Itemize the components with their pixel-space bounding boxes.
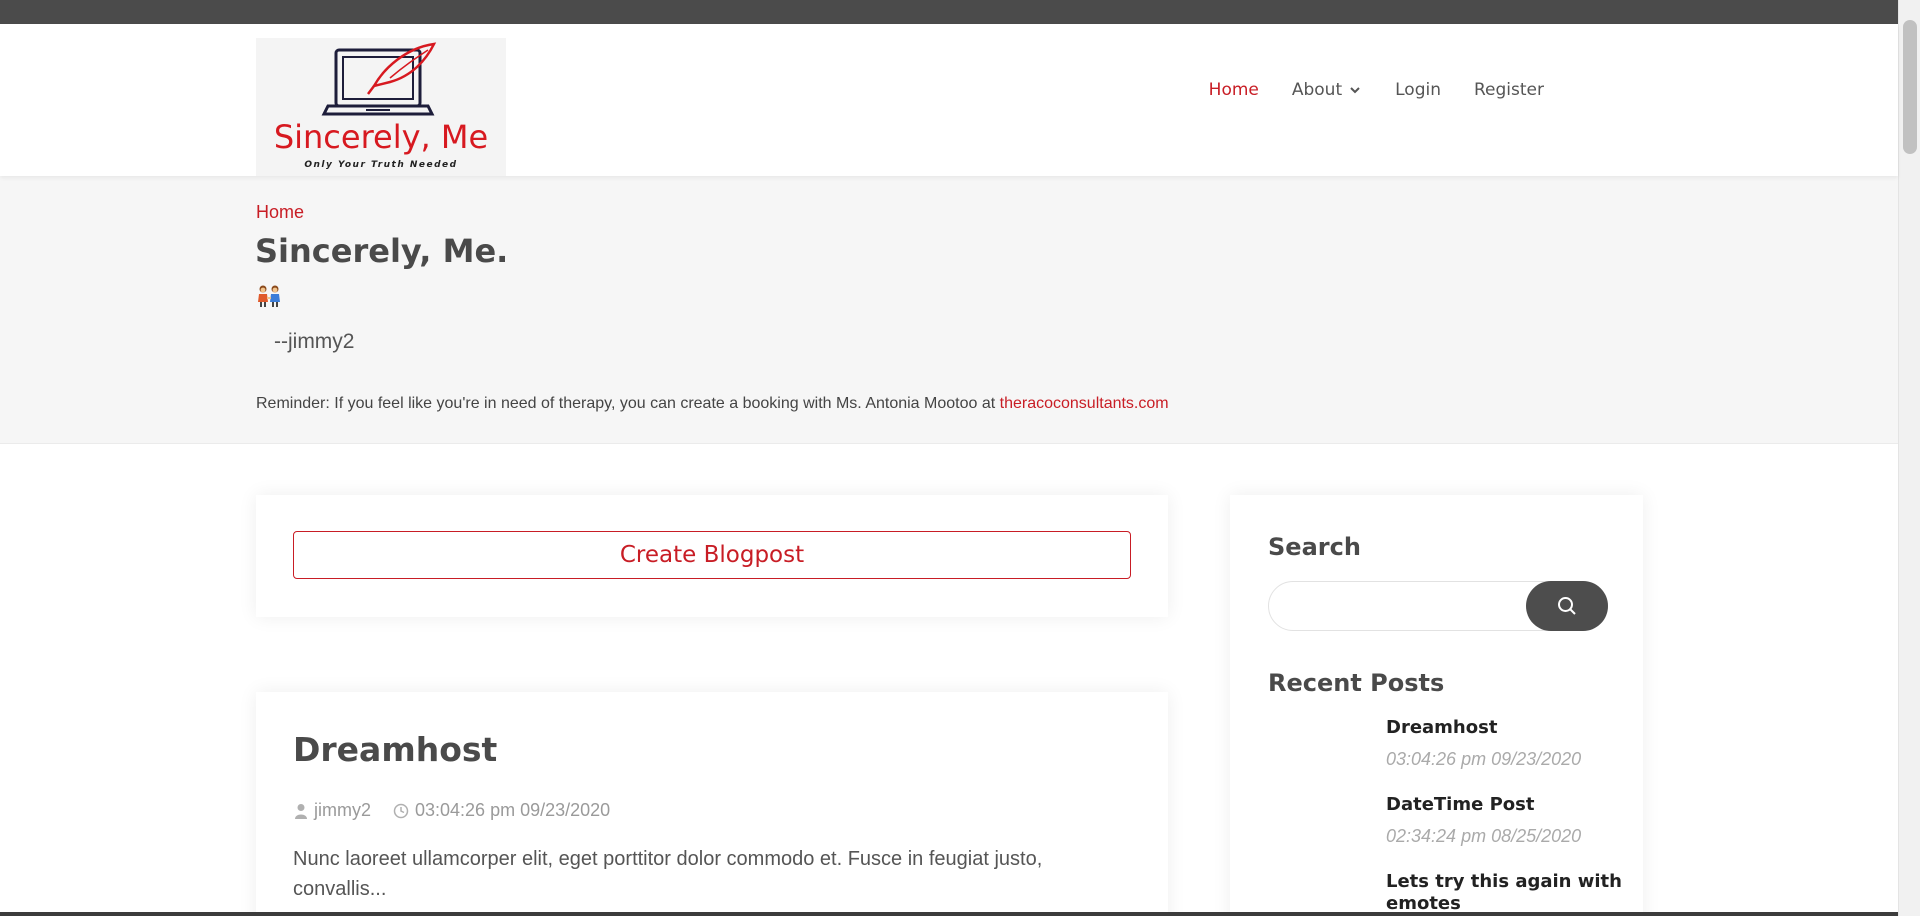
recent-post-title[interactable]: Dreamhost (1386, 717, 1626, 739)
search-icon (1558, 597, 1576, 615)
nav-home-label: Home (1208, 80, 1259, 100)
sidebar: Search Recent Posts Dreamhost 03:04:26 p… (1230, 495, 1643, 916)
page-hero: Home Sincerely, Me. --jimmy2 Reminder: I… (0, 176, 1898, 444)
site-header: Sincerely, Me Only Your Truth Needed Hom… (0, 24, 1898, 176)
search-input[interactable] (1269, 582, 1529, 630)
create-blogpost-button[interactable]: Create Blogpost (293, 531, 1131, 579)
svg-text:Only Your Truth Needed: Only Your Truth Needed (304, 160, 457, 170)
recent-post-item: DateTime Post 02:34:24 pm 08/25/2020 (1386, 794, 1626, 847)
main-nav: Home About Login Register (1209, 80, 1544, 100)
svg-text:Sincerely, Me: Sincerely, Me (274, 118, 488, 156)
nav-login-label: Login (1395, 80, 1441, 100)
page-title: Sincerely, Me. (255, 232, 509, 270)
chevron-down-icon (1350, 87, 1360, 94)
search-box (1268, 581, 1608, 631)
page-scrollbar[interactable] (1898, 0, 1920, 916)
recent-post-date: 02:34:24 pm 08/25/2020 (1386, 826, 1582, 846)
create-post-card: Create Blogpost (256, 495, 1168, 617)
post-card: Dreamhost jimmy2 03:04:26 pm 09/23/2020 … (256, 692, 1168, 916)
search-heading: Search (1268, 533, 1361, 561)
site-logo[interactable]: Sincerely, Me Only Your Truth Needed (256, 38, 506, 176)
nav-login-link[interactable]: Login (1395, 80, 1441, 100)
nav-home-link[interactable]: Home (1209, 80, 1259, 100)
recent-post-item: Dreamhost 03:04:26 pm 09/23/2020 (1386, 717, 1626, 770)
two-women-holding-hands-icon (258, 285, 280, 307)
nav-about-label: About (1291, 80, 1343, 100)
therapy-link[interactable]: theracoconsultants.com (1000, 395, 1169, 412)
signature-text: --jimmy2 (274, 330, 355, 353)
search-button[interactable] (1526, 581, 1608, 631)
post-time: 03:04:26 pm 09/23/2020 (393, 800, 610, 821)
laptop-quill-logo-icon: Sincerely, Me Only Your Truth Needed (274, 42, 488, 170)
post-timestamp: 03:04:26 pm 09/23/2020 (415, 800, 611, 820)
post-title[interactable]: Dreamhost (293, 730, 497, 769)
nav-about-link[interactable]: About (1292, 80, 1362, 100)
scrollbar-thumb[interactable] (1903, 20, 1917, 154)
nav-register-label: Register (1474, 80, 1544, 100)
recent-post-title[interactable]: Lets try this again with emotes (1386, 871, 1626, 915)
clock-icon (393, 803, 409, 818)
reminder-text: Reminder: If you feel like you're in nee… (256, 395, 1000, 412)
post-author-name[interactable]: jimmy2 (314, 800, 371, 821)
therapy-reminder: Reminder: If you feel like you're in nee… (256, 395, 1169, 413)
recent-post-title[interactable]: DateTime Post (1386, 794, 1626, 816)
breadcrumb-home[interactable]: Home (256, 202, 304, 223)
recent-posts-heading: Recent Posts (1268, 669, 1445, 697)
recent-post-date: 03:04:26 pm 09/23/2020 (1386, 749, 1582, 769)
post-meta: jimmy2 03:04:26 pm 09/23/2020 (294, 800, 610, 821)
post-excerpt: Nunc laoreet ullamcorper elit, eget port… (293, 848, 1043, 900)
post-author: jimmy2 (294, 800, 371, 821)
top-bar (0, 0, 1898, 24)
nav-register-link[interactable]: Register (1474, 80, 1544, 100)
recent-post-item: Lets try this again with emotes (1386, 871, 1626, 915)
bottom-edge (0, 912, 1898, 916)
user-icon (295, 803, 307, 819)
